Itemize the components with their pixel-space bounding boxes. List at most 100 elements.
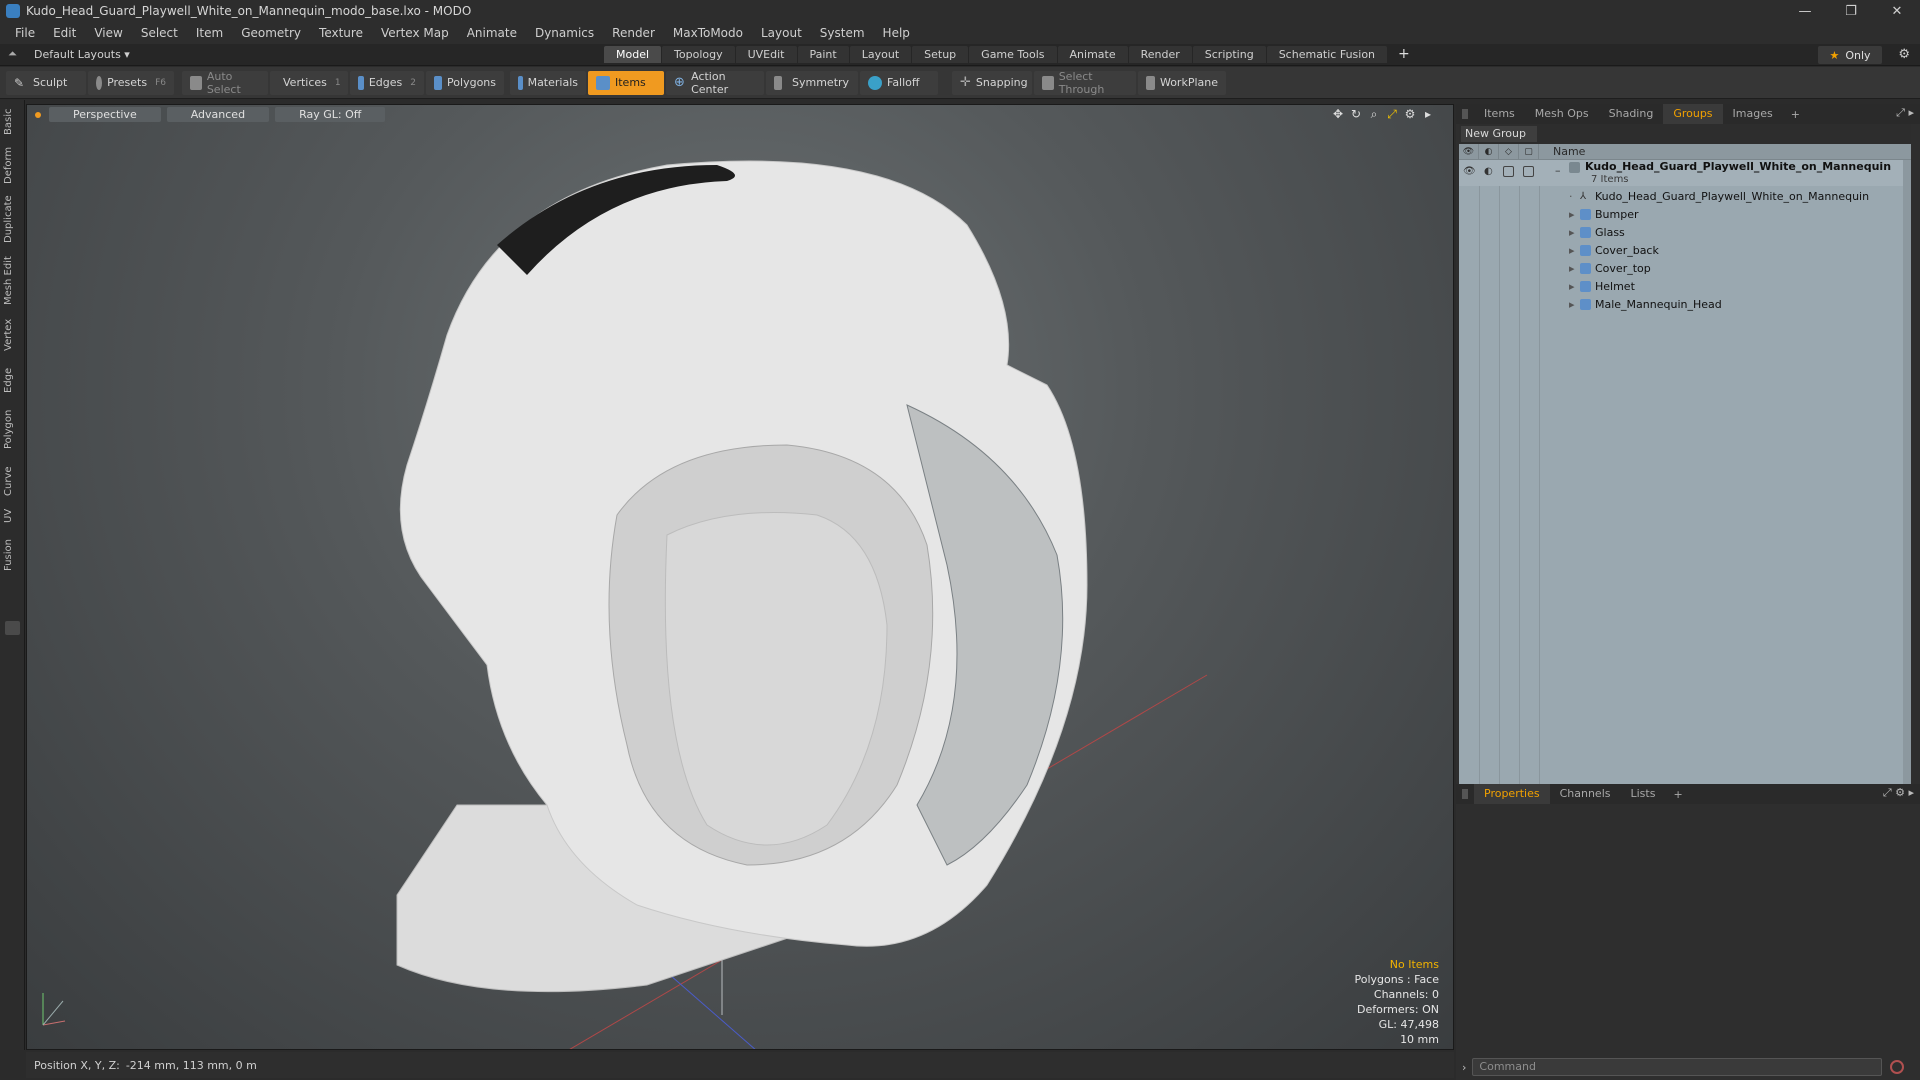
left-tab-vertex[interactable]: Vertex	[3, 314, 21, 356]
select-col-icon[interactable]: ▢	[1519, 143, 1539, 160]
lock-col-icon[interactable]: ◇	[1499, 143, 1519, 160]
menu-help[interactable]: Help	[874, 26, 919, 40]
left-tab-edge[interactable]: Edge	[3, 362, 21, 398]
viewport-expand-icon[interactable]: ▸	[1419, 107, 1437, 123]
left-tab-curve[interactable]: Curve	[3, 462, 21, 500]
list-item[interactable]: · ⅄ Kudo_Head_Guard_Playwell_White_on_Ma…	[1459, 188, 1911, 206]
group-row[interactable]: 👁 ◐ – Kudo_Head_Guard_Playwell_White_on_…	[1459, 160, 1911, 186]
command-input[interactable]: Command	[1472, 1058, 1883, 1076]
group-lock-checkbox[interactable]	[1503, 166, 1514, 177]
layout-preset-dropdown[interactable]: ⏶ Default Layouts ▾	[8, 47, 130, 61]
panel-expand-icon[interactable]: ⤢ ▸	[1896, 106, 1914, 120]
tab-mesh-ops[interactable]: Mesh Ops	[1525, 104, 1599, 124]
menu-texture[interactable]: Texture	[310, 26, 372, 40]
menu-file[interactable]: File	[6, 26, 44, 40]
auto-select-button[interactable]: Auto Select	[182, 70, 268, 96]
toggle-toolbox-button[interactable]	[5, 621, 20, 635]
tab-game-tools[interactable]: Game Tools	[969, 46, 1057, 63]
new-group-button[interactable]: New Group	[1461, 126, 1537, 142]
tab-groups[interactable]: Groups	[1663, 104, 1723, 124]
restore-icon[interactable]: ❐	[1828, 0, 1874, 22]
tab-topology[interactable]: Topology	[662, 46, 735, 63]
gear-icon[interactable]: ⚙	[1898, 47, 1910, 62]
add-panel-tab-button[interactable]: +	[1665, 788, 1690, 801]
only-button[interactable]: ★ Only	[1818, 46, 1882, 64]
render-col-icon[interactable]: ◐	[1479, 143, 1499, 160]
minimize-icon[interactable]: —	[1782, 0, 1828, 22]
group-select-checkbox[interactable]	[1523, 166, 1534, 177]
tab-render[interactable]: Render	[1128, 46, 1192, 63]
menu-maxtomodo[interactable]: MaxToModo	[664, 26, 752, 40]
list-item[interactable]: ▸ Cover_back	[1459, 242, 1911, 260]
shading-mode-dropdown[interactable]: Advanced	[166, 107, 270, 122]
tab-shading[interactable]: Shading	[1599, 104, 1664, 124]
group-collapse-icon[interactable]: –	[1555, 164, 1561, 177]
rotate-icon[interactable]: ↻	[1347, 107, 1365, 123]
visibility-col-icon[interactable]: 👁	[1459, 143, 1479, 160]
menu-vertex-map[interactable]: Vertex Map	[372, 26, 458, 40]
panel-expand-icon[interactable]: ⤢ ⚙ ▸	[1883, 786, 1914, 800]
pan-icon[interactable]: ✥	[1329, 107, 1347, 123]
menu-render[interactable]: Render	[603, 26, 664, 40]
list-item[interactable]: ▸ Helmet	[1459, 278, 1911, 296]
group-visibility-icon[interactable]: 👁	[1463, 166, 1476, 177]
menu-item[interactable]: Item	[187, 26, 232, 40]
left-tab-mesh-edit[interactable]: Mesh Edit	[3, 254, 21, 308]
list-item[interactable]: ▸ Glass	[1459, 224, 1911, 242]
expand-arrow-icon[interactable]: ▸	[1569, 262, 1575, 275]
menu-dynamics[interactable]: Dynamics	[526, 26, 603, 40]
polygons-button[interactable]: Polygons	[426, 70, 504, 95]
menu-animate[interactable]: Animate	[458, 26, 526, 40]
left-tab-uv[interactable]: UV	[3, 504, 21, 528]
name-column-header[interactable]: Name	[1539, 145, 1585, 158]
vertices-button[interactable]: Vertices 1	[270, 70, 348, 95]
collapse-up-icon[interactable]: ⏶	[8, 47, 20, 61]
falloff-button[interactable]: Falloff	[860, 70, 938, 95]
select-through-button[interactable]: Select Through	[1034, 70, 1136, 96]
viewport-options-icon[interactable]	[35, 111, 41, 118]
left-tab-basic[interactable]: Basic	[3, 106, 21, 138]
sculpt-button[interactable]: ✎ Sculpt	[6, 70, 86, 95]
left-tab-polygon[interactable]: Polygon	[3, 404, 21, 454]
symmetry-button[interactable]: Symmetry	[766, 70, 858, 95]
menu-select[interactable]: Select	[132, 26, 187, 40]
stop-icon[interactable]	[1890, 1060, 1905, 1074]
tab-setup[interactable]: Setup	[912, 46, 969, 63]
menu-view[interactable]: View	[85, 26, 131, 40]
materials-button[interactable]: Materials	[510, 70, 586, 95]
list-item[interactable]: ▸ Cover_top	[1459, 260, 1911, 278]
panel-grip-icon[interactable]	[1462, 109, 1468, 119]
tab-animate[interactable]: Animate	[1057, 46, 1128, 63]
view-type-dropdown[interactable]: Perspective	[49, 107, 161, 122]
command-history-icon[interactable]: ›	[1462, 1061, 1466, 1074]
workplane-button[interactable]: WorkPlane	[1138, 70, 1226, 95]
add-tab-button[interactable]: +	[1398, 46, 1410, 63]
tab-lists[interactable]: Lists	[1621, 784, 1666, 804]
tab-uvedit[interactable]: UVEdit	[735, 46, 797, 63]
left-tab-fusion[interactable]: Fusion	[3, 536, 21, 574]
panel-grip-icon[interactable]	[1462, 789, 1468, 799]
list-item[interactable]: ▸ Male_Mannequin_Head	[1459, 296, 1911, 314]
list-item[interactable]: ▸ Bumper	[1459, 206, 1911, 224]
fit-view-icon[interactable]: ⤢	[1383, 107, 1401, 123]
tab-images[interactable]: Images	[1723, 104, 1783, 124]
group-render-icon[interactable]: ◐	[1484, 166, 1493, 177]
snapping-button[interactable]: ✛ Snapping	[952, 70, 1032, 95]
action-center-button[interactable]: ⊕ Action Center	[666, 70, 764, 96]
tab-layout[interactable]: Layout	[849, 46, 912, 63]
raygl-toggle[interactable]: Ray GL: Off	[275, 107, 386, 122]
items-button[interactable]: Items	[588, 70, 664, 95]
zoom-icon[interactable]: ⌕	[1365, 107, 1383, 123]
left-tab-duplicate[interactable]: Duplicate	[3, 192, 21, 246]
menu-system[interactable]: System	[811, 26, 874, 40]
menu-geometry[interactable]: Geometry	[232, 26, 310, 40]
menu-layout[interactable]: Layout	[752, 26, 811, 40]
tab-items[interactable]: Items	[1474, 104, 1525, 124]
expand-arrow-icon[interactable]: ▸	[1569, 244, 1575, 257]
viewport-gear-icon[interactable]: ⚙	[1401, 107, 1419, 123]
tab-paint[interactable]: Paint	[797, 46, 849, 63]
menu-edit[interactable]: Edit	[44, 26, 85, 40]
expand-arrow-icon[interactable]: ▸	[1569, 280, 1575, 293]
tab-properties[interactable]: Properties	[1474, 784, 1550, 804]
tree-scrollbar[interactable]	[1903, 160, 1911, 880]
